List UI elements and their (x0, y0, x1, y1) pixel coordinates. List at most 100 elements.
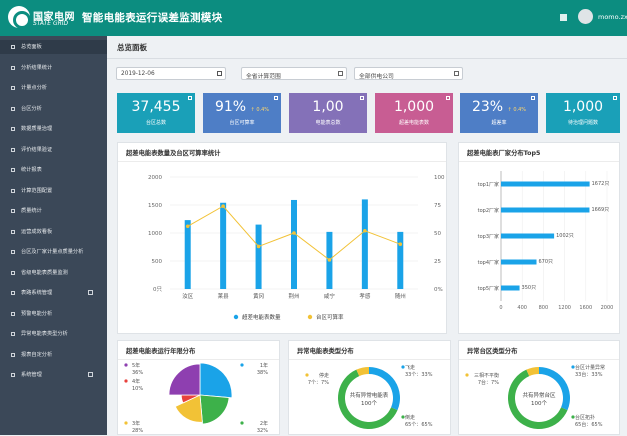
sidebar-item[interactable]: 分析结果统计 (0, 61, 107, 75)
expand-icon[interactable] (613, 96, 617, 100)
sidebar-item[interactable]: 省级电能表质量监测 (0, 266, 107, 280)
menu-bullet-icon (11, 168, 15, 172)
y-tick-label: 1500 (148, 203, 162, 209)
sidebar-item-label: 预警电能分析 (21, 310, 53, 317)
kpi-card[interactable]: 37,455 台区总数 (117, 93, 195, 133)
bar (397, 231, 404, 289)
expand-icon[interactable] (188, 96, 192, 100)
line-point (185, 224, 190, 229)
x-tick-label: 0 (499, 305, 502, 311)
kpi-card[interactable]: 1,000 待治理问题数 (546, 93, 620, 133)
y-tick-label: top4厂家 (478, 259, 499, 266)
panel-title: 异常台区类型分布 (467, 348, 518, 355)
line-point (292, 231, 296, 235)
sidebar-item[interactable]: 系统管理 (0, 368, 107, 382)
bar (501, 285, 520, 291)
y-tick-label: top2厂家 (478, 207, 499, 214)
slice-label: 3年 (132, 420, 140, 427)
slice-label: 倒走 (405, 414, 415, 421)
bar (255, 224, 262, 289)
sidebar-item-label: 系统管理 (21, 372, 42, 378)
slice-label: 2年 (260, 420, 268, 427)
kpi-value: 1,000 (393, 99, 435, 115)
expand-icon[interactable] (446, 96, 450, 100)
slice-label: 飞走 (405, 365, 415, 371)
date-picker[interactable]: 2019-12-06 (116, 67, 226, 80)
sidebar-item[interactable]: 表路系统管理 (0, 286, 107, 300)
menu-bullet-icon (11, 332, 15, 336)
bar (291, 199, 297, 289)
sidebar-item[interactable]: 计算范围配置 (0, 184, 107, 198)
kpi-value: 37,455 (131, 99, 181, 115)
legend-marker (465, 373, 469, 377)
kpi-label: 超差率 (491, 120, 507, 126)
kpi-value: 1,000 (562, 99, 604, 115)
expand-icon[interactable] (531, 96, 535, 100)
kpi-card[interactable]: 1,00 电能表总数 (289, 93, 367, 133)
kpi-value: 91% ↑ 0.4% (214, 99, 270, 115)
panel-title: 超差电能表运行年限分布 (126, 348, 196, 355)
y-tick-label: 1000 (148, 231, 162, 237)
sidebar-item-label: 计量点分析 (21, 85, 47, 91)
slice-percent: 10% (132, 386, 143, 392)
kpi-card[interactable]: 91% ↑ 0.4% 台区可算率 (203, 93, 281, 133)
sidebar-item[interactable]: 异常电能表类型分析 (0, 327, 107, 341)
line-point (221, 204, 225, 208)
kpi-change: ↑ 0.4% (250, 107, 270, 113)
expand-icon[interactable] (88, 372, 93, 377)
sidebar-item[interactable]: 报表自定分析 (0, 348, 107, 362)
x-tick-label: 1200 (558, 305, 571, 311)
kpi-change: ↑ 0.4% (507, 107, 527, 113)
pie-slice (199, 362, 233, 399)
sidebar-item-label: 台区分析 (21, 105, 42, 112)
dropdown-icon (338, 71, 343, 76)
kpi-card[interactable]: 1,000 超差电能表数 (375, 93, 453, 133)
bar (501, 233, 555, 239)
kpi-label: 超差电能表数 (398, 120, 429, 126)
page-title: 总览面板 (117, 43, 147, 52)
company-value: 全部供电公司 (359, 74, 394, 80)
sidebar-item-label: 台区及厂家计量点质量分析 (21, 249, 84, 255)
expand-icon[interactable] (360, 96, 364, 100)
y-tick-label: 500 (152, 259, 163, 265)
sidebar-item[interactable]: 评价结果验证 (0, 143, 107, 157)
company-select[interactable]: 全部供电公司 (354, 67, 463, 80)
factory-bar-chart: 0 400 800 1200 1600 2000 top1厂家 1672只 top2厂家 1669… (478, 171, 613, 311)
scope-select[interactable]: 全省计算范围 (241, 67, 347, 80)
area-panel: 异常台区类型分布 共有异常台区 100个 台区计量异常 33台：33% 台区拓扑 65台：… (458, 340, 620, 435)
sidebar-item[interactable]: 质量统计 (0, 204, 107, 218)
x-tick-label: 400 (517, 305, 527, 311)
sidebar-item-label: 报表自定分析 (21, 351, 53, 358)
sidebar-item[interactable]: 运营成效看板 (0, 225, 107, 239)
expand-icon[interactable] (274, 96, 278, 100)
sidebar-item[interactable]: 计量点分析 (0, 81, 107, 95)
divider (107, 58, 627, 59)
pie-slice (199, 394, 230, 425)
sidebar-item[interactable]: 台区分析 (0, 102, 107, 116)
kpi-card[interactable]: 23% ↑ 0.4% 超差率 (460, 93, 538, 133)
sidebar-item[interactable]: 总览面板 (0, 40, 107, 54)
line-point (327, 258, 332, 262)
donut-center-label: 共有异常台区 (522, 391, 556, 399)
sidebar-item[interactable]: 统计报表 (0, 163, 107, 177)
username[interactable]: momo.zx (598, 13, 627, 21)
kpi-value: 23% ↑ 0.4% (471, 99, 527, 115)
sidebar-item[interactable]: 预警电能分析 (0, 307, 107, 321)
years-pie-chart: 1年38% 2年32% 3年28% 4年10% 5年36% (124, 362, 268, 434)
bar-value-label: 350只 (522, 285, 537, 291)
type-panel: 异常电能表类型分布 共有异常电能表 100个 飞走 33个：33% 倒走 65个：65% 停… (288, 340, 451, 435)
expand-icon[interactable] (88, 290, 93, 295)
x-tick-label: 孝感 (359, 292, 371, 300)
sidebar-item[interactable]: 台区及厂家计量点质量分析 (0, 245, 107, 259)
legend-marker (124, 379, 128, 383)
menu-bullet-icon (11, 45, 15, 49)
avatar[interactable] (578, 9, 593, 24)
menu-bullet-icon (11, 229, 15, 234)
y-tick-label: top5厂家 (478, 285, 499, 292)
menu-toggle-icon[interactable] (560, 14, 567, 21)
menu-bullet-icon (11, 86, 15, 90)
sidebar-item[interactable]: 数据质量治理 (0, 122, 107, 136)
slice-label: 1年 (260, 362, 268, 369)
legend-marker (307, 314, 313, 320)
sidebar-item-label: 质量统计 (21, 208, 42, 214)
